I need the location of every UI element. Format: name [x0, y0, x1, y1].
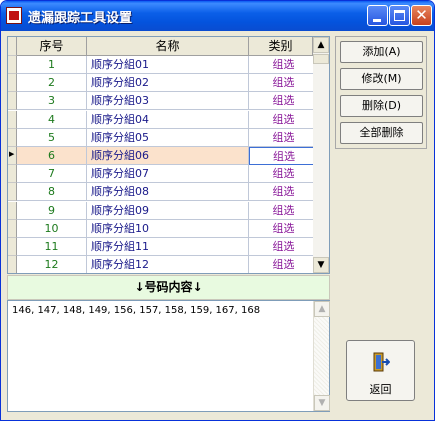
content-scroll-down-button[interactable]: ▼ — [314, 395, 330, 411]
number-content-header: ↓号码内容↓ — [7, 275, 330, 300]
table-row[interactable]: 9 顺序分組09 组选 — [17, 202, 319, 220]
exit-door-icon — [373, 352, 390, 372]
table-row[interactable]: 5 顺序分組05 组选 — [17, 129, 319, 147]
number-content-text: 146, 147, 148, 149, 156, 157, 158, 159, … — [12, 305, 261, 316]
row-type-cell[interactable]: 组选 — [249, 129, 319, 147]
row-type-cell[interactable]: 组选 — [249, 74, 319, 92]
table-row[interactable]: 8 顺序分組08 组选 — [17, 183, 319, 201]
scroll-up-button[interactable]: ▲ — [313, 37, 329, 53]
minimize-button[interactable] — [367, 5, 388, 26]
row-indicator[interactable] — [8, 238, 17, 256]
action-panel: 添加(A) 修改(M) 删除(D) 全部删除 — [335, 36, 427, 149]
delete-all-button[interactable]: 全部删除 — [340, 122, 423, 144]
group-grid[interactable]: 序号 名称 类别 1 顺序分組01 组选 2 顺序分組02 组选 3 顺序分組03 组选 4 顺序分… — [7, 36, 330, 274]
table-row[interactable]: 3 顺序分組03 组选 — [17, 92, 319, 110]
row-name-cell[interactable]: 顺序分組12 — [87, 256, 249, 273]
row-no-cell[interactable]: 7 — [17, 165, 87, 183]
row-indicator[interactable] — [8, 92, 17, 110]
row-type-cell[interactable]: 组选 — [249, 238, 319, 256]
row-no-cell[interactable]: 2 — [17, 74, 87, 92]
delete-button[interactable]: 删除(D) — [340, 95, 423, 117]
row-no-cell[interactable]: 12 — [17, 256, 87, 273]
row-indicator[interactable] — [8, 202, 17, 220]
table-row[interactable]: 7 顺序分組07 组选 — [17, 165, 319, 183]
column-header-name[interactable]: 名称 — [87, 37, 249, 56]
table-row[interactable]: 1 顺序分組01 组选 — [17, 56, 319, 74]
row-indicator[interactable]: ▶ — [8, 147, 17, 165]
modify-button[interactable]: 修改(M) — [340, 68, 423, 90]
row-indicator[interactable] — [8, 220, 17, 238]
row-no-cell[interactable]: 9 — [17, 202, 87, 220]
row-type-cell[interactable]: 组选 — [249, 183, 319, 201]
table-row[interactable]: 2 顺序分組02 组选 — [17, 74, 319, 92]
content-scroll-up-button[interactable]: ▲ — [314, 301, 330, 317]
title-bar[interactable]: 遗漏跟踪工具设置 ✕ — [1, 1, 434, 31]
row-indicator[interactable] — [8, 165, 17, 183]
row-no-cell[interactable]: 1 — [17, 56, 87, 74]
row-name-cell[interactable]: 顺序分組09 — [87, 202, 249, 220]
maximize-icon — [394, 10, 405, 21]
scroll-thumb[interactable] — [313, 54, 329, 64]
row-type-cell[interactable]: 组选 — [249, 111, 319, 129]
table-row[interactable]: 11 顺序分組11 组选 — [17, 238, 319, 256]
row-indicator[interactable] — [8, 129, 17, 147]
row-type-cell[interactable]: 组选 — [249, 56, 319, 74]
window-title: 遗漏跟踪工具设置 — [28, 11, 133, 26]
row-name-cell[interactable]: 顺序分組10 — [87, 220, 249, 238]
close-button[interactable]: ✕ — [411, 5, 432, 26]
column-header-no[interactable]: 序号 — [17, 37, 87, 56]
row-indicator[interactable] — [8, 183, 17, 201]
maximize-button[interactable] — [389, 5, 410, 26]
back-button-label: 返回 — [369, 383, 392, 396]
table-row[interactable]: 12 顺序分組12 组选 — [17, 256, 319, 273]
row-name-cell[interactable]: 顺序分組11 — [87, 238, 249, 256]
row-name-cell[interactable]: 顺序分組05 — [87, 129, 249, 147]
number-content-box[interactable]: 146, 147, 148, 149, 156, 157, 158, 159, … — [7, 300, 330, 412]
row-name-cell[interactable]: 顺序分組07 — [87, 165, 249, 183]
minimize-icon — [373, 19, 381, 22]
row-name-cell[interactable]: 顺序分組01 — [87, 56, 249, 74]
row-indicator[interactable] — [8, 256, 17, 273]
table-row[interactable]: 6 顺序分組06 组选 — [17, 147, 319, 165]
row-type-cell[interactable]: 组选 — [249, 147, 319, 165]
row-name-cell[interactable]: 顺序分組02 — [87, 74, 249, 92]
table-row[interactable]: 4 顺序分組04 组选 — [17, 111, 319, 129]
row-no-cell[interactable]: 5 — [17, 129, 87, 147]
grid-corner — [8, 37, 17, 56]
row-type-cell[interactable]: 组选 — [249, 220, 319, 238]
row-name-cell[interactable]: 顺序分組08 — [87, 183, 249, 201]
row-no-cell[interactable]: 11 — [17, 238, 87, 256]
row-type-cell[interactable]: 组选 — [249, 202, 319, 220]
back-button[interactable]: 返回 — [346, 340, 415, 401]
scroll-down-button[interactable]: ▼ — [313, 257, 329, 273]
column-header-type[interactable]: 类别 — [249, 37, 313, 56]
row-no-cell[interactable]: 8 — [17, 183, 87, 201]
add-button[interactable]: 添加(A) — [340, 41, 423, 63]
row-indicator[interactable] — [8, 111, 17, 129]
row-indicator[interactable] — [8, 74, 17, 92]
grid-scrollbar[interactable]: ▲ ▼ — [313, 37, 329, 273]
close-icon: ✕ — [415, 6, 428, 24]
row-no-cell[interactable]: 10 — [17, 220, 87, 238]
app-icon — [6, 7, 22, 24]
row-no-cell[interactable]: 6 — [17, 147, 87, 165]
row-pointer-icon: ▶ — [9, 150, 15, 158]
row-no-cell[interactable]: 4 — [17, 111, 87, 129]
table-row[interactable]: 10 顺序分組10 组选 — [17, 220, 319, 238]
row-indicator[interactable] — [8, 56, 17, 74]
row-name-cell[interactable]: 顺序分組06 — [87, 147, 249, 165]
row-type-cell[interactable]: 组选 — [249, 256, 319, 273]
row-type-cell[interactable]: 组选 — [249, 165, 319, 183]
row-no-cell[interactable]: 3 — [17, 92, 87, 110]
row-type-cell[interactable]: 组选 — [249, 92, 319, 110]
row-name-cell[interactable]: 顺序分組03 — [87, 92, 249, 110]
content-scrollbar[interactable]: ▲ ▼ — [313, 301, 330, 411]
dialog-window: 遗漏跟踪工具设置 ✕ 序号 名称 类别 1 顺序分組01 组选 2 顺序分組02 组选 3 顺… — [0, 0, 435, 421]
row-name-cell[interactable]: 顺序分組04 — [87, 111, 249, 129]
